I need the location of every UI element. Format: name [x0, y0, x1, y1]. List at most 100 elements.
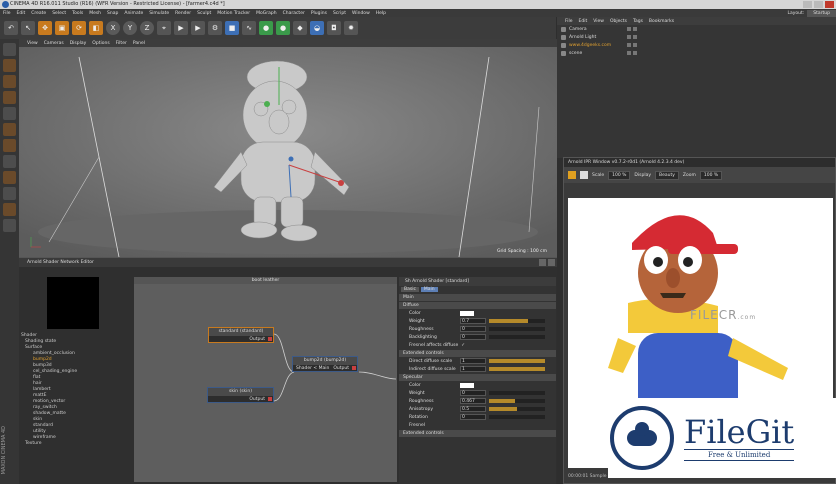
menu-item[interactable]: Sculpt — [197, 11, 211, 16]
fresnel-affects-row[interactable]: Fresnel affects diffuse ✓ — [399, 341, 556, 349]
node-skin[interactable]: skin (skin) Output — [207, 387, 274, 403]
display-select[interactable]: Beauty — [655, 170, 679, 180]
spec-weight-row[interactable]: Weight 0 — [399, 389, 556, 397]
menu-item[interactable]: Window — [352, 11, 370, 16]
solo-icon[interactable] — [3, 203, 16, 216]
direct-diffuse-slider[interactable] — [489, 359, 545, 363]
object-row[interactable]: Camera — [557, 25, 836, 33]
make-editable-icon[interactable] — [3, 43, 16, 56]
diffuse-color-row[interactable]: Color — [399, 309, 556, 317]
extra-tool-icon[interactable] — [3, 219, 16, 232]
render-icon[interactable] — [633, 43, 637, 47]
node-bump2d-output[interactable]: Output — [333, 365, 349, 372]
node-standard[interactable]: standard (standard) Output — [208, 327, 274, 343]
scale-icon[interactable]: ▣ — [55, 21, 69, 35]
deformer-icon[interactable]: ◆ — [293, 21, 307, 35]
array-icon[interactable]: ● — [276, 21, 290, 35]
spec-weight-slider[interactable] — [489, 391, 545, 395]
menu-item[interactable]: MoGraph — [256, 11, 276, 16]
specular-section[interactable]: Specular — [399, 374, 556, 381]
play-icon[interactable] — [568, 171, 576, 179]
snap-icon[interactable] — [3, 171, 16, 184]
node-bump2d[interactable]: bump2d (bump2d) Shader < Main Output — [292, 356, 358, 372]
render-picture-viewer-icon[interactable]: ▶ — [191, 21, 205, 35]
fresnel-affects-checkbox[interactable]: ✓ — [461, 343, 465, 348]
shader-list-item[interactable]: Texture — [21, 441, 131, 447]
extended-controls-section[interactable]: Extended controls — [399, 350, 556, 357]
shader-editor-close-button[interactable] — [548, 259, 555, 266]
rotation-field[interactable]: 0 — [460, 414, 486, 420]
menu-item[interactable]: Help — [376, 11, 386, 16]
viewport-menu-item[interactable]: Cameras — [44, 41, 64, 46]
polygons-mode-icon[interactable] — [3, 139, 16, 152]
rotation-row[interactable]: Rotation 0 — [399, 413, 556, 421]
node-standard-output[interactable]: Output — [209, 336, 273, 343]
coordinate-system-icon[interactable]: ⌖ — [157, 21, 171, 35]
menu-item[interactable]: Plugins — [311, 11, 327, 16]
viewport-menu-item[interactable]: Filter — [116, 41, 127, 46]
visibility-icon[interactable] — [627, 51, 631, 55]
menu-item[interactable]: Mesh — [89, 11, 101, 16]
indirect-diffuse-field[interactable]: 1 — [460, 366, 486, 372]
tab-main[interactable]: Main — [420, 287, 438, 292]
weight-row[interactable]: Weight 0.7 — [399, 317, 556, 325]
layout-selector[interactable]: Layout: Startup — [787, 9, 836, 17]
viewport-menu-item[interactable]: Options — [92, 41, 109, 46]
weight-slider[interactable] — [489, 319, 545, 323]
menu-item[interactable]: File — [3, 11, 11, 16]
object-menu-item[interactable]: Objects — [610, 19, 627, 24]
node-skin-output[interactable]: Output — [208, 396, 273, 403]
rotate-icon[interactable]: ⟳ — [72, 21, 86, 35]
menu-item[interactable]: Tools — [72, 11, 83, 16]
anisotropy-field[interactable]: 0.5 — [460, 406, 486, 412]
menu-item[interactable]: Script — [333, 11, 346, 16]
backlighting-field[interactable]: 0 — [460, 334, 486, 340]
menu-item[interactable]: Character — [283, 11, 305, 16]
object-row[interactable]: Arnold Light — [557, 33, 836, 41]
zoom-field[interactable]: 100 % — [699, 170, 723, 180]
scale-field[interactable]: 100 % — [608, 170, 631, 180]
live-selection-icon[interactable]: ↖ — [21, 21, 35, 35]
edges-mode-icon[interactable] — [3, 123, 16, 136]
visibility-icon[interactable] — [627, 35, 631, 39]
roughness-field[interactable]: 0 — [460, 326, 486, 332]
render-settings-icon[interactable]: ⚙ — [208, 21, 222, 35]
spec-roughness-row[interactable]: Roughness 0.467 — [399, 397, 556, 405]
object-menu-item[interactable]: Edit — [579, 19, 588, 24]
visibility-icon[interactable] — [627, 43, 631, 47]
weight-field[interactable]: 0.7 — [460, 318, 486, 324]
roughness-slider[interactable] — [489, 327, 545, 331]
texture-mode-icon[interactable] — [3, 75, 16, 88]
direct-diffuse-row[interactable]: Direct diffuse scale 1 — [399, 357, 556, 365]
indirect-diffuse-row[interactable]: Indirect diffuse scale 1 — [399, 365, 556, 373]
shader-editor-minimize-button[interactable] — [539, 259, 546, 266]
spec-color-swatch[interactable] — [460, 382, 474, 388]
extended-controls-2-section[interactable]: Extended controls — [399, 430, 556, 437]
spline-icon[interactable]: ∿ — [242, 21, 256, 35]
object-row[interactable]: scene — [557, 49, 836, 57]
axis-mode-icon[interactable] — [3, 155, 16, 168]
object-menu-item[interactable]: View — [593, 19, 604, 24]
menu-item[interactable]: Create — [31, 11, 46, 16]
direct-diffuse-field[interactable]: 1 — [460, 358, 486, 364]
spec-weight-field[interactable]: 0 — [460, 390, 486, 396]
camera-icon[interactable]: ◘ — [327, 21, 341, 35]
maximize-button[interactable] — [814, 1, 823, 8]
menu-item[interactable]: Render — [175, 11, 191, 16]
indirect-diffuse-slider[interactable] — [489, 367, 545, 371]
fresnel-row[interactable]: Fresnel — [399, 421, 556, 429]
menu-item[interactable]: Motion Tracker — [217, 11, 250, 16]
render-view-icon[interactable]: ▶ — [174, 21, 188, 35]
render-icon[interactable] — [633, 35, 637, 39]
scene-icon[interactable]: ◒ — [310, 21, 324, 35]
z-axis-icon[interactable]: Z — [140, 21, 154, 35]
viewport-menu-item[interactable]: Display — [70, 41, 87, 46]
render-icon[interactable] — [633, 51, 637, 55]
menu-item[interactable]: Select — [52, 11, 66, 16]
tab-basic[interactable]: Basic — [401, 287, 419, 292]
roughness-row[interactable]: Roughness 0 — [399, 325, 556, 333]
points-mode-icon[interactable] — [3, 107, 16, 120]
object-menu-item[interactable]: Bookmarks — [649, 19, 674, 24]
diffuse-color-swatch[interactable] — [460, 310, 474, 316]
move-icon[interactable]: ✥ — [38, 21, 52, 35]
